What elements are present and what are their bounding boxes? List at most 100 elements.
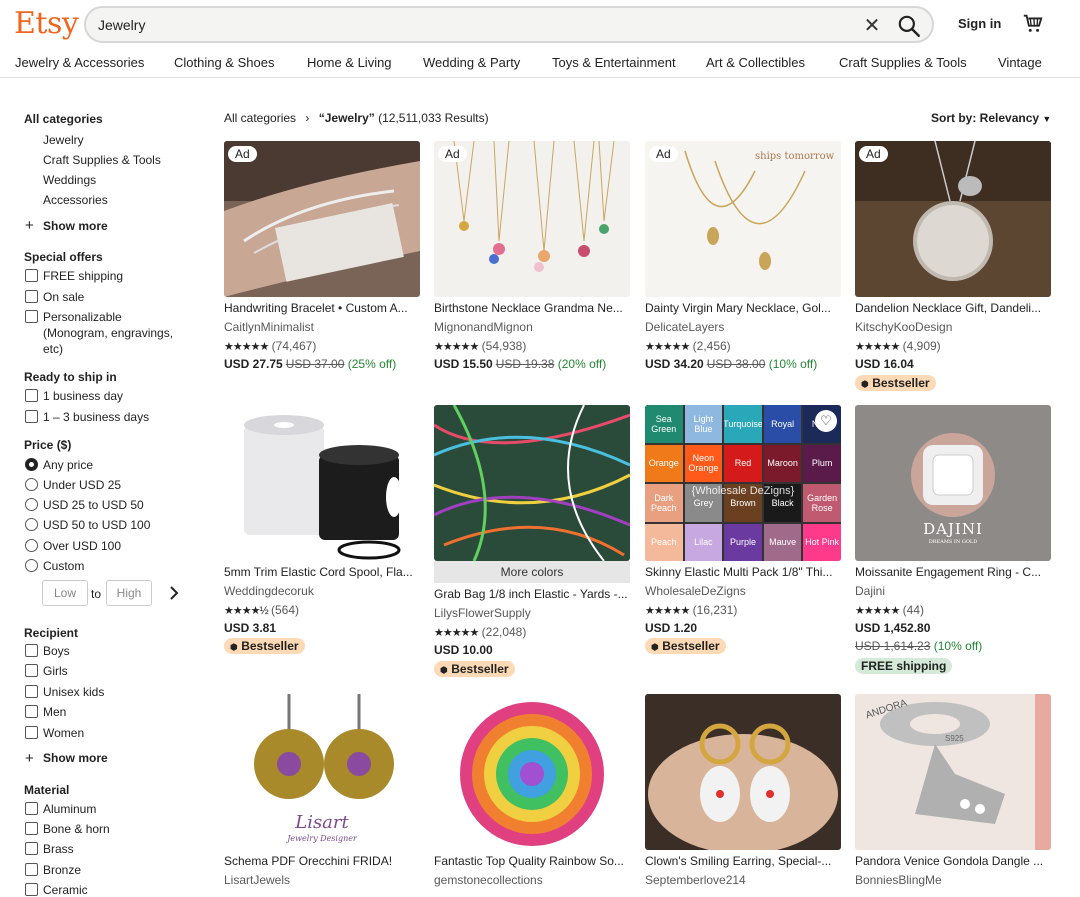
over-100-radio[interactable] xyxy=(25,539,38,552)
product-title[interactable]: Dainty Virgin Mary Necklace, Gol... xyxy=(645,301,841,315)
discount: (25% off) xyxy=(348,357,396,371)
product-title[interactable]: Clown's Smiling Earring, Special-... xyxy=(645,854,841,868)
show-more-recipients[interactable]: Show more xyxy=(43,751,108,765)
favorite-heart-icon[interactable]: ♡ xyxy=(815,410,837,432)
nav-home-living[interactable]: Home & Living xyxy=(307,55,392,70)
sale-price: USD 34.20 xyxy=(645,357,704,371)
price: USD 15.50USD 19.38 (20% off) xyxy=(434,357,606,371)
shop-name[interactable]: KitschyKooDesign xyxy=(855,320,952,334)
breadcrumb-root[interactable]: All categories xyxy=(224,111,296,125)
sale-price: USD 16.04 xyxy=(855,357,914,371)
aluminum-checkbox[interactable] xyxy=(25,802,38,815)
show-more-categories[interactable]: Show more xyxy=(43,219,108,233)
women-checkbox[interactable] xyxy=(25,726,38,739)
product-image[interactable] xyxy=(434,405,630,561)
shop-name[interactable]: MignonandMignon xyxy=(434,320,533,334)
on-sale-checkbox[interactable] xyxy=(25,290,38,303)
shop-name[interactable]: WholesaleDeZigns xyxy=(645,584,746,598)
men-checkbox[interactable] xyxy=(25,705,38,718)
shop-name[interactable]: LisartJewels xyxy=(224,873,290,887)
sign-in-link[interactable]: Sign in xyxy=(958,16,1001,31)
girls-checkbox[interactable] xyxy=(25,664,38,677)
search-bar[interactable]: ✕ xyxy=(84,6,934,43)
product-image[interactable]: Ad ships tomorrow xyxy=(645,141,841,297)
product-title[interactable]: 5mm Trim Elastic Cord Spool, Fla... xyxy=(224,565,420,579)
product-image[interactable]: Ad xyxy=(434,141,630,297)
product-image[interactable] xyxy=(645,694,841,850)
cart-icon[interactable] xyxy=(1022,12,1044,34)
nav-wedding-party[interactable]: Wedding & Party xyxy=(423,55,520,70)
shop-name[interactable]: BonniesBlingMe xyxy=(855,873,942,887)
search-icon[interactable] xyxy=(896,13,922,39)
product-image[interactable]: Lisart Jewelry Designer xyxy=(224,694,420,850)
shop-name[interactable]: CaitlynMinimalist xyxy=(224,320,314,334)
product-title[interactable]: Birthstone Necklace Grandma Ne... xyxy=(434,301,630,315)
sort-dropdown[interactable]: Sort by: Relevancy ▼ xyxy=(931,111,1051,125)
custom-price-radio[interactable] xyxy=(25,559,38,572)
50-to-100-radio[interactable] xyxy=(25,518,38,531)
under-25-radio[interactable] xyxy=(25,478,38,491)
shop-name[interactable]: DelicateLayers xyxy=(645,320,724,334)
nav-vintage[interactable]: Vintage xyxy=(998,55,1042,70)
product-title[interactable]: Moissanite Engagement Ring - C... xyxy=(855,565,1051,579)
breadcrumb: All categories › “Jewelry” (12,511,033 R… xyxy=(224,111,489,125)
recipient-heading: Recipient xyxy=(24,626,78,640)
bestseller-badge: ⬢ Bestseller xyxy=(434,661,515,677)
product-image[interactable]: DAJINI DREAMS IN GOLD xyxy=(855,405,1051,561)
ship-1-3-days-checkbox[interactable] xyxy=(25,410,38,423)
price-low-input[interactable]: Low xyxy=(42,580,88,606)
rating: ★★★★★ (2,456) xyxy=(645,339,731,353)
chevron-right-icon[interactable] xyxy=(167,585,181,601)
rating: ★★★★★ (16,231) xyxy=(645,603,737,617)
shop-name[interactable]: LilysFlowerSupply xyxy=(434,606,531,620)
product-title[interactable]: Dandelion Necklace Gift, Dandeli... xyxy=(855,301,1051,315)
brass-checkbox[interactable] xyxy=(25,842,38,855)
product-image[interactable]: Ad xyxy=(855,141,1051,297)
all-categories-heading[interactable]: All categories xyxy=(24,112,103,126)
category-accessories[interactable]: Accessories xyxy=(43,193,108,207)
product-image[interactable] xyxy=(224,405,420,561)
color-swatch: Plum xyxy=(803,445,841,483)
25-to-50-radio[interactable] xyxy=(25,498,38,511)
ship-1-3-days-label: 1 – 3 business days xyxy=(43,410,149,424)
category-craft-supplies[interactable]: Craft Supplies & Tools xyxy=(43,153,161,167)
nav-craft-supplies[interactable]: Craft Supplies & Tools xyxy=(839,55,967,70)
free-shipping-checkbox[interactable] xyxy=(25,269,38,282)
shop-name[interactable]: Dajini xyxy=(855,584,885,598)
nav-toys-entertainment[interactable]: Toys & Entertainment xyxy=(552,55,676,70)
bronze-checkbox[interactable] xyxy=(25,863,38,876)
ship-1-day-checkbox[interactable] xyxy=(25,389,38,402)
product-title[interactable]: Handwriting Bracelet • Custom A... xyxy=(224,301,420,315)
shop-name[interactable]: gemstonecollections xyxy=(434,873,543,887)
price-high-input[interactable]: High xyxy=(106,580,152,606)
product-image[interactable] xyxy=(434,694,630,850)
personalizable-checkbox[interactable] xyxy=(25,310,38,323)
bone-horn-checkbox[interactable] xyxy=(25,822,38,835)
star-icons: ★★★★★ xyxy=(224,341,268,353)
product-image[interactable]: Sea GreenLight BlueTurquoiseRoyalNavyOra… xyxy=(645,405,841,561)
product-title[interactable]: Fantastic Top Quality Rainbow So... xyxy=(434,854,630,868)
search-input[interactable] xyxy=(98,15,798,35)
ceramic-checkbox[interactable] xyxy=(25,883,38,896)
nav-art-collectibles[interactable]: Art & Collectibles xyxy=(706,55,805,70)
unisex-kids-checkbox[interactable] xyxy=(25,685,38,698)
category-weddings[interactable]: Weddings xyxy=(43,173,96,187)
discount: (10% off) xyxy=(769,357,817,371)
clear-search-icon[interactable]: ✕ xyxy=(860,14,884,38)
product-title[interactable]: Pandora Venice Gondola Dangle ... xyxy=(855,854,1051,868)
more-colors-bar[interactable]: More colors xyxy=(434,561,630,583)
product-title[interactable]: Grab Bag 1/8 inch Elastic - Yards -... xyxy=(434,587,630,601)
product-title[interactable]: Skinny Elastic Multi Pack 1/8" Thi... xyxy=(645,565,841,579)
boys-checkbox[interactable] xyxy=(25,644,38,657)
product-image[interactable]: Ad xyxy=(224,141,420,297)
charm-stamp: S925 xyxy=(945,734,964,743)
product-title[interactable]: Schema PDF Orecchini FRIDA! xyxy=(224,854,420,868)
nav-jewelry-accessories[interactable]: Jewelry & Accessories xyxy=(15,55,144,70)
nav-clothing-shoes[interactable]: Clothing & Shoes xyxy=(174,55,274,70)
shop-name[interactable]: Weddingdecoruk xyxy=(224,584,314,598)
any-price-radio[interactable] xyxy=(25,458,38,471)
etsy-logo[interactable]: Etsy xyxy=(14,6,78,41)
product-image[interactable]: ANDORA S925 xyxy=(855,694,1051,850)
shop-name[interactable]: Septemberlove214 xyxy=(645,873,746,887)
category-jewelry[interactable]: Jewelry xyxy=(43,133,84,147)
